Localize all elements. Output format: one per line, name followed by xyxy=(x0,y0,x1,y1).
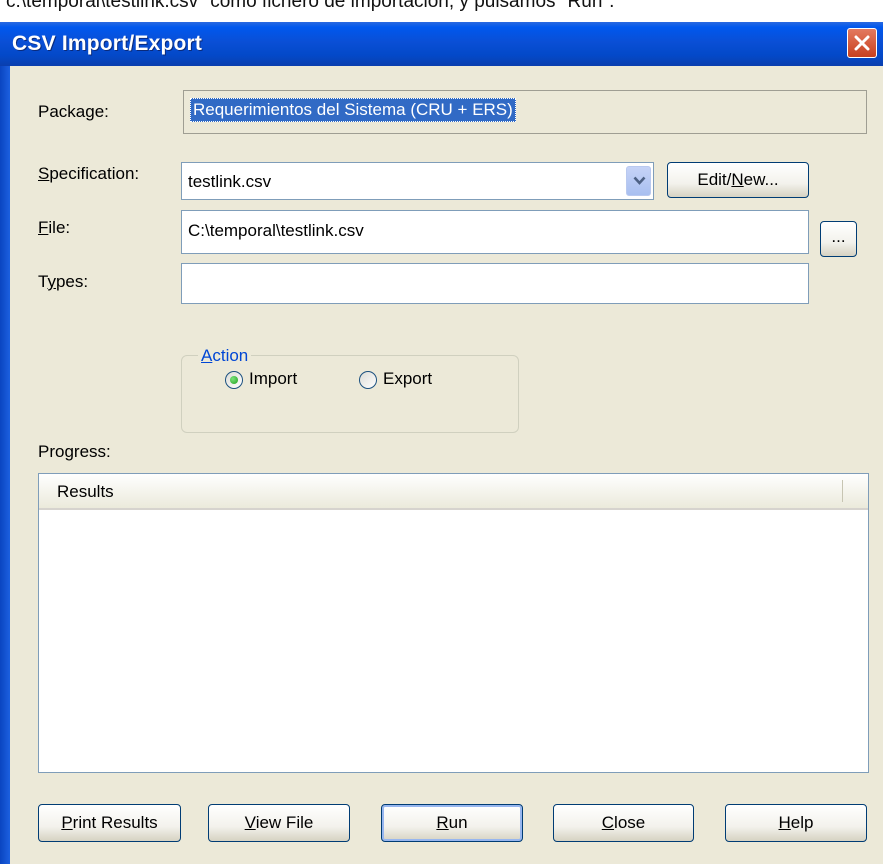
radio-selected-dot xyxy=(230,376,238,384)
file-path-input[interactable]: C:\temporal\testlink.csv xyxy=(181,210,809,254)
results-header: Results xyxy=(39,474,868,510)
file-path-value: C:\temporal\testlink.csv xyxy=(188,221,364,240)
view-file-button[interactable]: View File xyxy=(208,804,350,842)
run-button[interactable]: Run xyxy=(381,804,523,842)
file-label: File: xyxy=(38,218,71,237)
types-input[interactable] xyxy=(181,263,809,304)
close-window-button[interactable] xyxy=(847,28,877,58)
specification-dropdown-button[interactable] xyxy=(626,166,651,196)
specification-value: testlink.csv xyxy=(188,172,272,191)
results-list[interactable]: Results xyxy=(38,473,869,773)
browse-file-button[interactable]: ... xyxy=(820,221,857,257)
package-field: Requerimientos del Sistema (CRU + ERS) xyxy=(183,90,867,134)
package-value: Requerimientos del Sistema (CRU + ERS) xyxy=(190,98,516,122)
specification-label: Specification: xyxy=(38,164,140,183)
print-results-button[interactable]: Print Results xyxy=(38,804,181,842)
package-label: Package: xyxy=(38,102,109,121)
column-separator[interactable] xyxy=(842,480,843,502)
close-icon xyxy=(854,35,870,51)
title-bar[interactable]: CSV Import/Export xyxy=(0,22,883,66)
dialog-body: Package: Requerimientos del Sistema (CRU… xyxy=(10,66,883,864)
window-frame-left xyxy=(0,66,10,864)
document-caption: c:\temporal\testlink.csv" como fichero d… xyxy=(6,0,615,12)
action-group-label: Action xyxy=(198,346,252,366)
types-label: Types: xyxy=(38,272,89,291)
action-groupbox xyxy=(181,355,519,433)
window-title: CSV Import/Export xyxy=(12,32,203,55)
edit-new-button[interactable]: Edit/New... xyxy=(667,162,809,198)
export-radio[interactable] xyxy=(359,371,377,389)
results-column-header[interactable]: Results xyxy=(57,482,114,502)
progress-label: Progress: xyxy=(38,442,111,461)
close-button[interactable]: Close xyxy=(553,804,694,842)
help-button[interactable]: Help xyxy=(725,804,867,842)
csv-import-export-dialog: CSV Import/Export Package: Requerimiento… xyxy=(0,22,883,864)
import-radio-label[interactable]: Import xyxy=(249,369,297,389)
import-radio[interactable] xyxy=(225,371,243,389)
chevron-down-icon xyxy=(633,176,646,185)
export-radio-label[interactable]: Export xyxy=(383,369,432,389)
specification-combobox[interactable]: testlink.csv xyxy=(181,162,654,200)
background-document-text: c:\temporal\testlink.csv" como fichero d… xyxy=(0,0,883,22)
